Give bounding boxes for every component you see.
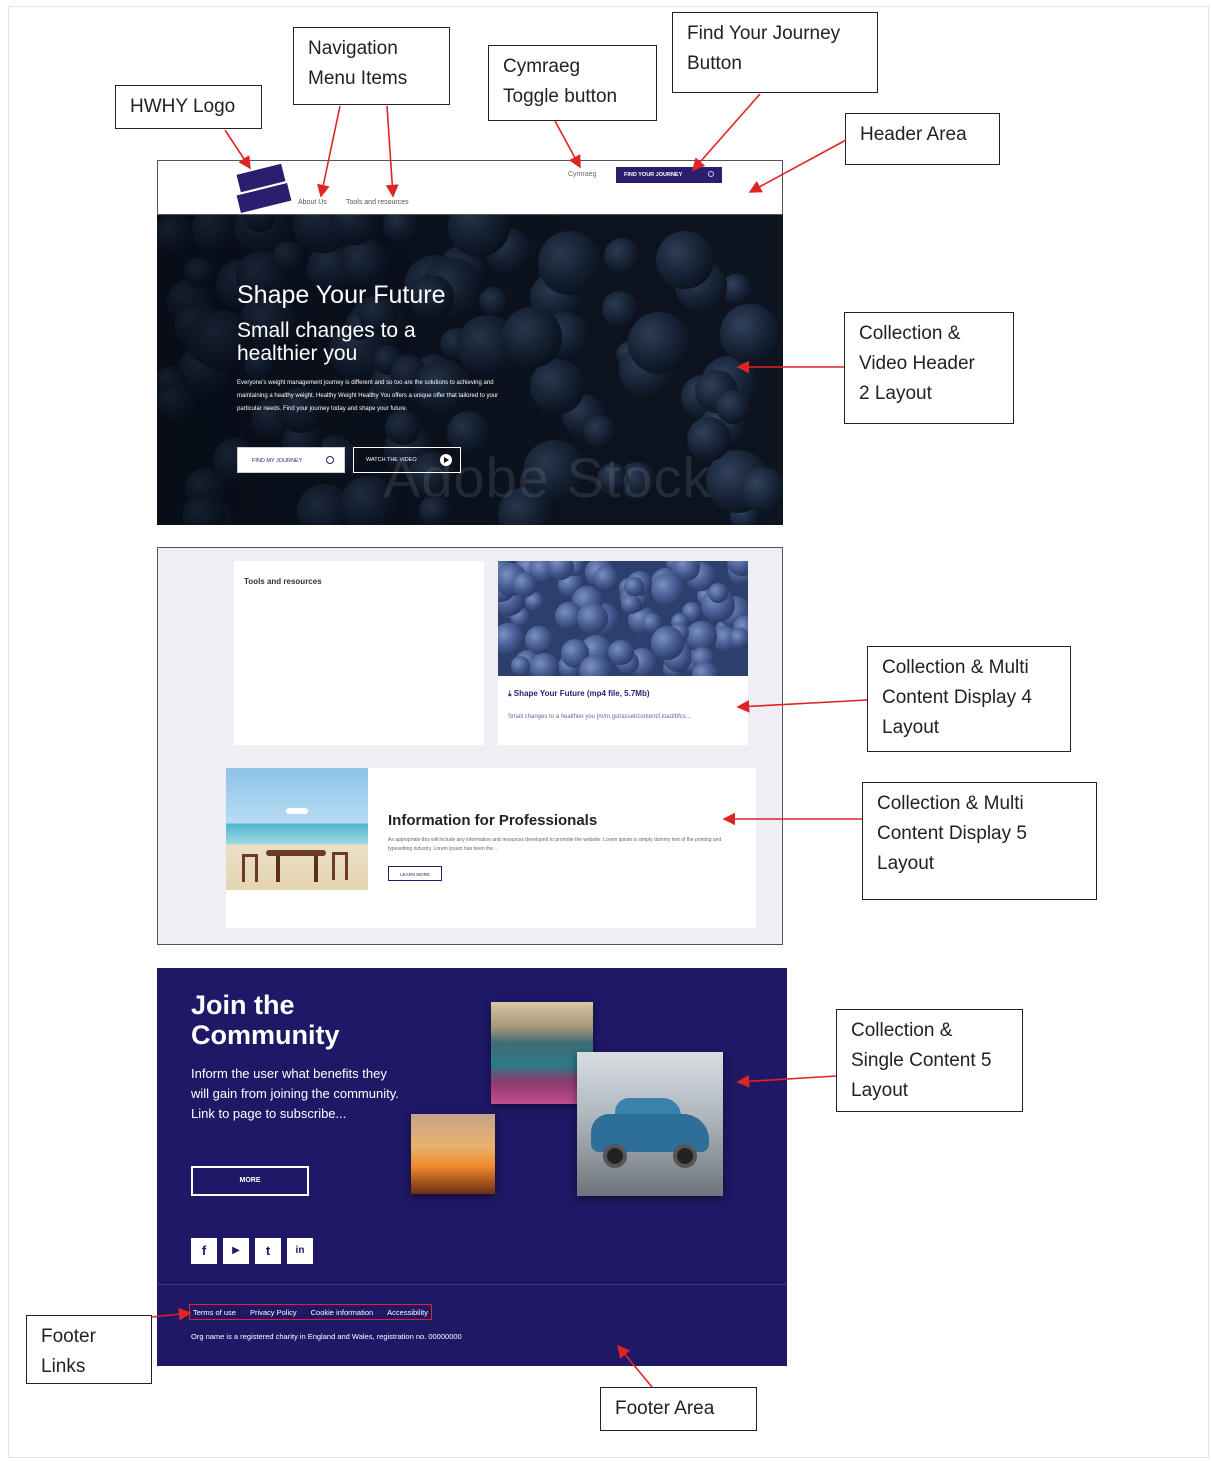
location-pin-icon [708, 171, 714, 177]
callout-multi4: Collection & Multi Content Display 4 Lay… [867, 646, 1071, 752]
table-leg [276, 856, 280, 882]
more-button[interactable]: MORE [191, 1166, 309, 1196]
blueberry-shape [498, 623, 524, 656]
callout-navigation-text: Navigation Menu Items [308, 38, 408, 89]
blueberry-shape [621, 594, 641, 614]
chair-shape [332, 852, 348, 880]
cymraeg-toggle[interactable]: Cymraeg [568, 171, 596, 178]
blueberry-shape [593, 566, 619, 591]
callout-multi4-text: Collection & Multi Content Display 4 Lay… [882, 657, 1032, 738]
professionals-title: Information for Professionals [388, 812, 598, 829]
blueberry-shape [624, 576, 644, 596]
find-my-journey-button[interactable]: FIND MY JOURNEY [237, 447, 345, 473]
callout-multi5-text: Collection & Multi Content Display 5 Lay… [877, 793, 1027, 874]
watch-video-button[interactable]: WATCH THE VIDEO [353, 447, 461, 473]
boat-shape [286, 808, 308, 814]
callout-cymraeg: Cymraeg Toggle button [488, 45, 657, 121]
footer-links: Terms of use Privacy Policy Cookie infor… [189, 1304, 432, 1320]
watch-video-label: WATCH THE VIDEO [366, 457, 417, 463]
hero-subtitle: Small changes to a healthier you [237, 319, 416, 365]
callout-video: Collection & Video Header 2 Layout [844, 312, 1014, 424]
blueberry-shape [525, 625, 553, 654]
nav-item-tools[interactable]: Tools and resources [346, 199, 409, 206]
play-icon [440, 454, 452, 466]
video-header-hero: Adobe Stock Shape Your Future Small chan… [157, 215, 783, 525]
community-body: Inform the user what benefits they will … [191, 1066, 399, 1121]
callout-single5-text: Collection & Single Content 5 Layout [851, 1020, 992, 1101]
blueberry-shape [530, 653, 560, 676]
nav-item-about[interactable]: About Us [298, 199, 327, 206]
blueberries-image [498, 561, 748, 676]
footer-link-cookies[interactable]: Cookie information [311, 1308, 374, 1317]
blueberry-shape [728, 627, 748, 649]
hero-title: Shape Your Future [237, 281, 446, 309]
callout-footer-area: Footer Area [600, 1387, 757, 1431]
professionals-card: Information for Professionals As appropr… [226, 768, 756, 928]
linkedin-icon[interactable]: in [287, 1238, 313, 1264]
footer-link-privacy[interactable]: Privacy Policy [250, 1308, 297, 1317]
footer-link-accessibility[interactable]: Accessibility [387, 1308, 428, 1317]
location-pin-icon [326, 456, 334, 464]
callout-multi5: Collection & Multi Content Display 5 Lay… [862, 782, 1097, 900]
blueberry-shape [692, 662, 718, 676]
blueberry-shape [650, 625, 685, 660]
sunset-photo [411, 1114, 495, 1194]
car-wheel [673, 1144, 697, 1168]
hwhy-logo[interactable] [236, 163, 294, 214]
car-wheel [603, 1144, 627, 1168]
beach-image [226, 768, 368, 890]
media-card[interactable]: ⤓ Shape Your Future (mp4 file, 5.7Mb) Sm… [498, 561, 748, 745]
media-download-link[interactable]: ⤓ Shape Your Future (mp4 file, 5.7Mb) [508, 689, 650, 699]
callout-footer-area-text: Footer Area [615, 1398, 715, 1419]
facebook-icon[interactable]: f [191, 1238, 217, 1264]
callout-navigation: Navigation Menu Items [293, 27, 450, 105]
learn-more-button[interactable]: LEARN MORE [388, 866, 442, 881]
twitter-icon[interactable]: t [255, 1238, 281, 1264]
callout-single5: Collection & Single Content 5 Layout [836, 1009, 1023, 1112]
tools-card[interactable]: Tools and resources [234, 561, 484, 745]
car-photo [577, 1052, 723, 1196]
footer-link-terms[interactable]: Terms of use [193, 1308, 236, 1317]
multi-content-panel: Tools and resources ⤓ Shape Your Future … [157, 547, 783, 945]
youtube-icon[interactable]: ▶ [223, 1238, 249, 1264]
blueberry-shape [510, 656, 531, 676]
blueberry-shape [512, 572, 537, 597]
professionals-body: As appropriate this will include any inf… [388, 837, 722, 852]
callout-journey-text: Find Your Journey Button [687, 23, 841, 74]
callout-header: Header Area [845, 113, 1000, 165]
callout-logo: HWHY Logo [115, 85, 262, 129]
callout-logo-text: HWHY Logo [130, 96, 236, 117]
chair-shape [242, 854, 258, 882]
footer-divider [157, 1284, 787, 1285]
callout-journey: Find Your Journey Button [672, 12, 878, 93]
blueberry-shape [707, 582, 729, 604]
media-title: Shape Your Future (mp4 file, 5.7Mb) [513, 689, 650, 698]
community-footer: Join the Community Inform the user what … [157, 968, 787, 1366]
blueberry-shape [577, 603, 608, 634]
media-subtitle: Small changes to a healthier you [m/m.gs… [508, 714, 691, 720]
mock-header: About Us Tools and resources Cymraeg FIN… [157, 160, 783, 215]
callout-cymraeg-text: Cymraeg Toggle button [503, 56, 618, 107]
footer-charity-note: Org name is a registered charity in Engl… [191, 1332, 462, 1341]
tools-card-title: Tools and resources [244, 577, 322, 586]
find-your-journey-label: FIND YOUR JOURNEY [624, 172, 683, 178]
find-your-journey-button[interactable]: FIND YOUR JOURNEY [616, 167, 722, 183]
callout-header-text: Header Area [860, 124, 967, 145]
find-my-journey-label: FIND MY JOURNEY [252, 458, 303, 464]
callout-footer-links: Footer Links [26, 1315, 152, 1384]
table-leg [314, 856, 318, 882]
community-title: Join the Community [191, 990, 340, 1050]
hero-body: Everyone's weight management journey is … [237, 380, 499, 412]
callout-footer-links-text: Footer Links [41, 1326, 96, 1377]
callout-video-text: Collection & Video Header 2 Layout [859, 323, 975, 404]
